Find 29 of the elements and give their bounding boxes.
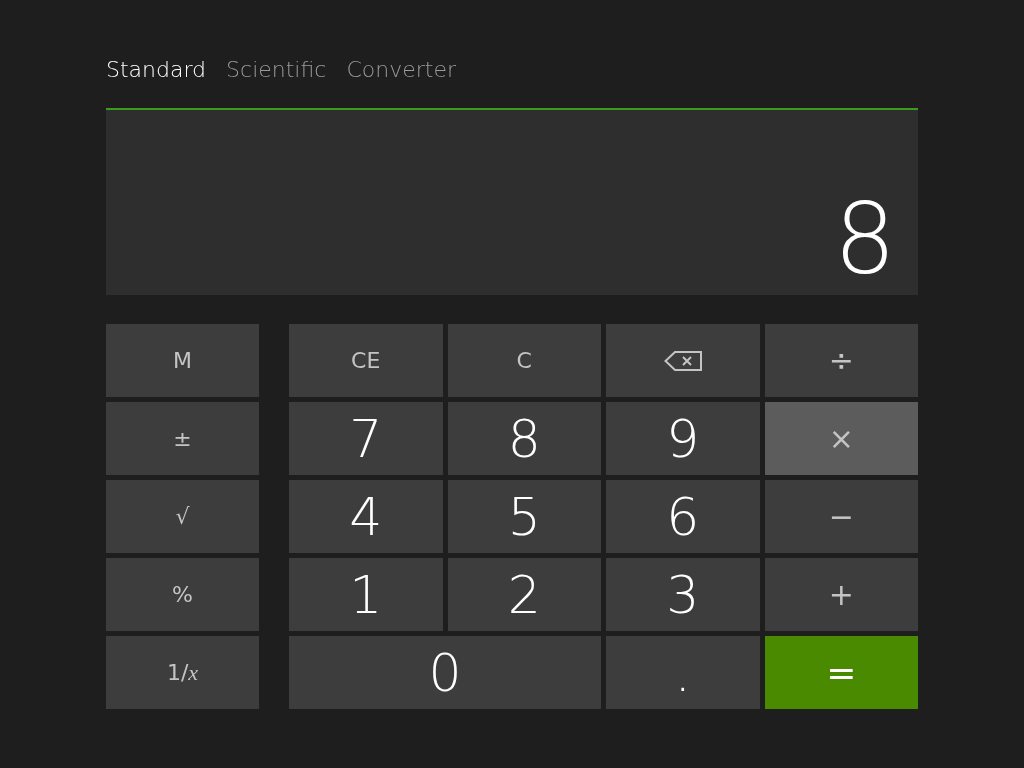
- display-value: 8: [833, 190, 896, 288]
- digit-key[interactable]: 2: [447, 558, 601, 631]
- operator-key[interactable]: ×: [764, 402, 918, 475]
- operator-key[interactable]: −: [764, 480, 918, 553]
- backspace-key[interactable]: [606, 324, 760, 397]
- function-key[interactable]: C: [447, 324, 601, 397]
- digit-key[interactable]: .: [606, 636, 760, 709]
- function-key[interactable]: 1/x: [106, 636, 259, 709]
- function-key[interactable]: %: [106, 558, 259, 631]
- mode-tab[interactable]: Standard: [106, 55, 207, 85]
- mode-tab[interactable]: Scientific: [226, 55, 327, 85]
- function-key[interactable]: √: [106, 480, 259, 553]
- digit-key[interactable]: 8: [447, 402, 601, 475]
- backspace-icon: [663, 350, 702, 371]
- function-key[interactable]: ±: [106, 402, 259, 475]
- digit-key[interactable]: 6: [606, 480, 760, 553]
- digit-key[interactable]: 9: [606, 402, 760, 475]
- digit-key[interactable]: 7: [289, 402, 443, 475]
- digit-key[interactable]: 1: [289, 558, 443, 631]
- digit-key[interactable]: 5: [447, 480, 601, 553]
- operator-key[interactable]: +: [764, 558, 918, 631]
- digit-key[interactable]: 4: [289, 480, 443, 553]
- mode-tab[interactable]: Converter: [346, 55, 456, 85]
- function-key[interactable]: CE: [289, 324, 443, 397]
- function-key[interactable]: M: [106, 324, 259, 397]
- digit-key[interactable]: 0: [289, 636, 601, 709]
- digit-key[interactable]: 3: [606, 558, 760, 631]
- equals-key[interactable]: =: [764, 636, 918, 709]
- operator-key[interactable]: ÷: [764, 324, 918, 397]
